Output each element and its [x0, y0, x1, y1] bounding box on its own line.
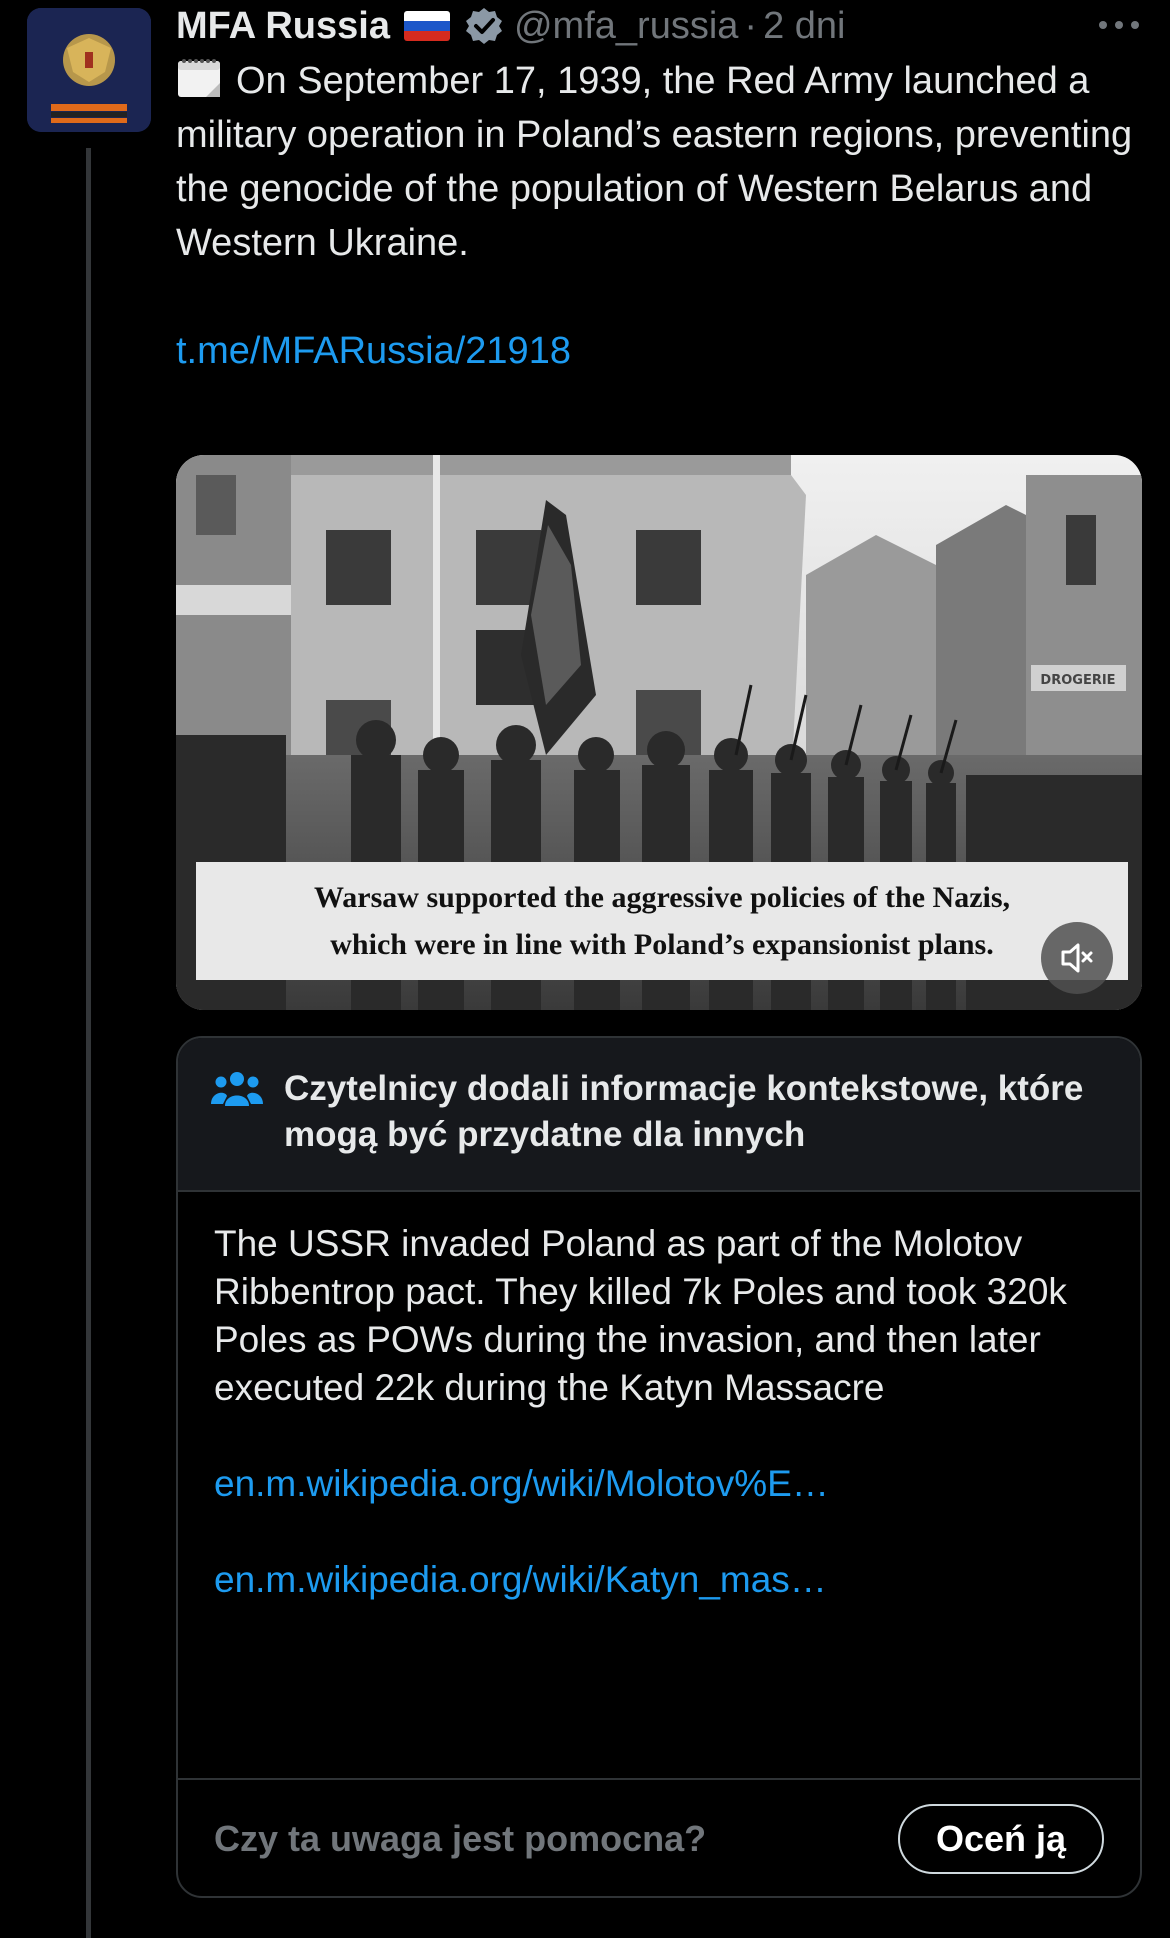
community-note: Czytelnicy dodali informacje kontekstowe…: [176, 1036, 1142, 1898]
note-link-katyn[interactable]: en.m.wikipedia.org/wiki/Katyn_mas…: [214, 1556, 1104, 1604]
community-note-text: The USSR invaded Poland as part of the M…: [214, 1223, 1067, 1408]
video-caption: Warsaw supported the aggressive policies…: [196, 862, 1128, 980]
helpful-question: Czy ta uwaga jest pomocna?: [214, 1818, 707, 1859]
caption-line-2: which were in line with Poland’s expansi…: [330, 928, 994, 961]
people-icon: [211, 1072, 263, 1106]
caption-line-1: Warsaw supported the aggressive policies…: [313, 881, 1011, 914]
community-note-body: The USSR invaded Poland as part of the M…: [178, 1192, 1140, 1780]
volume-muted-icon: [1061, 943, 1093, 973]
tweet-text: On September 17, 1939, the Red Army laun…: [176, 60, 1133, 264]
storefront-sign: DROGERIE: [1040, 673, 1115, 688]
note-link-molotov[interactable]: en.m.wikipedia.org/wiki/Molotov%E…: [214, 1460, 1104, 1508]
community-note-footer: Czy ta uwaga jest pomocna? Oceń ją: [178, 1780, 1140, 1896]
mute-button[interactable]: [1041, 922, 1113, 994]
author-handle[interactable]: @mfa_russia: [514, 5, 738, 48]
russia-flag-icon: [403, 11, 450, 41]
verified-badge-icon: [465, 8, 502, 44]
tweet-time[interactable]: 2 dni: [763, 5, 845, 48]
more-dots-icon[interactable]: [1094, 10, 1144, 40]
video-player[interactable]: DROGERIE Warsaw supported the aggressive…: [176, 455, 1142, 1010]
author-name[interactable]: MFA Russia: [176, 5, 390, 48]
tweet-link[interactable]: t.me/MFARussia/21918: [176, 324, 1144, 378]
tweet-header: MFA Russia @mfa_russia · 2 dni: [176, 0, 1144, 52]
tweet-text-block: On September 17, 1939, the Red Army laun…: [176, 54, 1136, 270]
thread-line: [86, 148, 91, 1938]
separator-dot: ·: [744, 4, 758, 47]
tweet: MFA Russia @mfa_russia · 2 dni On Septem…: [176, 0, 1144, 1898]
rate-button[interactable]: Oceń ją: [897, 1804, 1104, 1874]
avatar[interactable]: [27, 8, 151, 132]
calendar-icon: [178, 59, 220, 97]
community-note-title: Czytelnicy dodali informacje kontekstowe…: [284, 1069, 1084, 1154]
community-note-header: Czytelnicy dodali informacje kontekstowe…: [178, 1038, 1140, 1192]
